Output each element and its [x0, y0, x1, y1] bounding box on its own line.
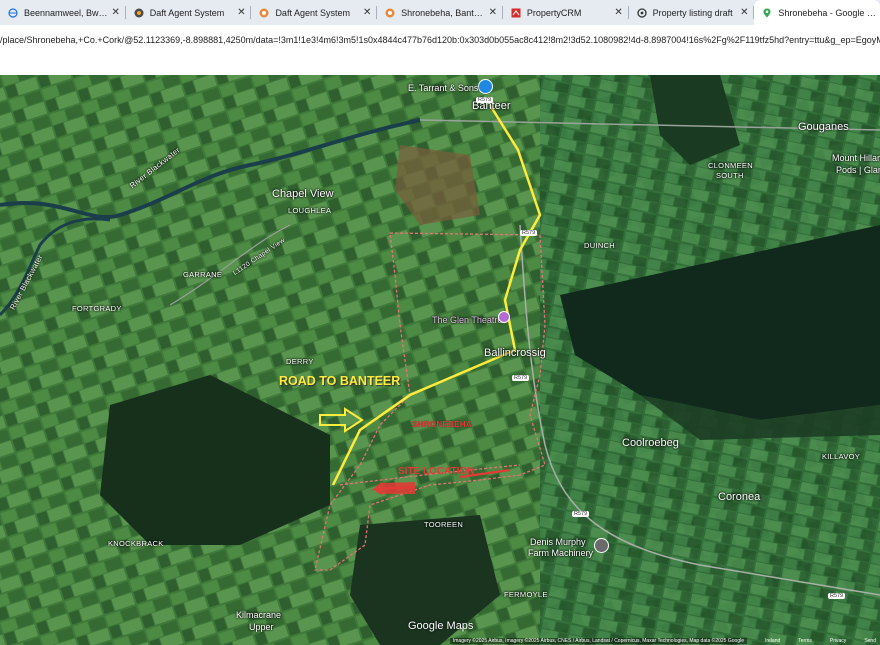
place-label-coronea[interactable]: Coronea [718, 491, 760, 503]
townland-label-garrane: GARRANE [183, 270, 223, 279]
tab-2[interactable]: Daft Agent System ✕ [251, 0, 377, 25]
townland-label-tooreen: TOOREEN [424, 520, 464, 529]
url-text[interactable]: /place/Shronebeha,+Co.+Cork/@52.1123369,… [0, 35, 880, 45]
townland-label-knockbrack: KNOCKBRACK [108, 539, 164, 548]
address-bar[interactable]: /place/Shronebeha,+Co.+Cork/@52.1123369,… [0, 25, 880, 55]
close-icon[interactable]: ✕ [613, 7, 625, 18]
townland-label-fortgrady: FORTGRADY [72, 304, 122, 313]
maps-header-strip [0, 55, 880, 75]
place-label-gouganes[interactable]: Gouganes [798, 121, 849, 133]
tab-title: Daft Agent System [149, 7, 225, 18]
business-pin-icon[interactable] [478, 79, 493, 94]
close-icon[interactable]: ✕ [110, 7, 122, 18]
openai-icon [636, 7, 647, 18]
road-shield-r579: R579 [828, 593, 846, 599]
place-label-tarrant[interactable]: E. Tarrant & Sons [408, 83, 478, 93]
townland-label-clonmeen-2: SOUTH [716, 171, 744, 180]
townland-label-fermoyle: FERMOYLE [504, 590, 548, 599]
google-maps-logo: Google Maps [408, 620, 474, 632]
place-label-mount-hillary-2: Pods | Glam [836, 165, 880, 175]
tab-title: PropertyCRM [526, 7, 582, 18]
place-label-mount-hillary[interactable]: Mount Hillar [832, 153, 880, 163]
tab-1[interactable]: Daft Agent System ✕ [126, 0, 252, 25]
close-icon[interactable]: ✕ [361, 7, 373, 18]
crm-icon [511, 8, 521, 18]
tab-title: Shronebeha, Banteer, Co. [401, 7, 487, 18]
townland-label-duinch: DUINCH [584, 241, 615, 250]
place-label-glen-theatre[interactable]: The Glen Theatre [432, 315, 502, 325]
imagery-attribution: Imagery ©2025 Airbus, Imagery ©2025 Airb… [449, 637, 747, 644]
place-label-kilmacrane[interactable]: Kilmacrane [236, 610, 281, 620]
country-link[interactable]: Ireland [765, 638, 780, 644]
road-shield-r579: R579 [512, 375, 530, 381]
tab-3[interactable]: Shronebeha, Banteer, Co. ✕ [377, 0, 503, 25]
tab-title: Property listing draft [652, 7, 733, 18]
place-label-kilmacrane-2: Upper [249, 622, 274, 632]
road-shield-r579: R579 [520, 230, 538, 236]
townland-label-shronebeha: SHRONEBEHA [412, 420, 472, 429]
maps-pin-icon [762, 8, 772, 18]
close-icon[interactable]: ✕ [487, 7, 499, 18]
daft-icon [259, 8, 269, 18]
send-feedback-link[interactable]: Send [864, 638, 876, 644]
place-label-denis-murphy[interactable]: Denis Murphy [530, 537, 586, 547]
tab-0[interactable]: Beennamweel, Bweeng, Co ✕ [0, 0, 126, 25]
terms-link[interactable]: Terms [798, 638, 812, 644]
tab-4[interactable]: PropertyCRM ✕ [503, 0, 629, 25]
daft-icon [134, 8, 144, 18]
townland-label-killavoy: KILLAVOY [822, 452, 861, 461]
townland-label-loughlea: LOUGHLEA [288, 206, 332, 215]
townland-label-clonmeen: CLONMEEN [708, 161, 753, 170]
townland-label-derry: DERRY [286, 357, 314, 366]
daft-icon [385, 8, 395, 18]
tab-title: Beennamweel, Bweeng, Co [24, 7, 110, 18]
tab-5[interactable]: Property listing draft ✕ [629, 0, 755, 25]
place-label-ballincrossig[interactable]: Ballincrossig [484, 347, 546, 359]
tab-title: Daft Agent System [275, 7, 350, 18]
globe-icon [8, 7, 18, 18]
tab-6[interactable]: Shronebeha - Google Ma [754, 0, 880, 25]
road-shield-r579: R579 [476, 97, 494, 103]
site-location-annotation: SITE LOCATION [398, 466, 475, 477]
place-label-denis-murphy-2: Farm Machinery [528, 548, 594, 558]
tab-title: Shronebeha - Google Ma [778, 7, 877, 18]
business-pin-icon[interactable] [594, 538, 609, 553]
privacy-link[interactable]: Privacy [830, 638, 846, 644]
place-label-chapel-view[interactable]: Chapel View [272, 188, 334, 200]
tab-bar: Beennamweel, Bweeng, Co ✕ Daft Agent Sys… [0, 0, 880, 25]
close-icon[interactable]: ✕ [738, 7, 750, 18]
map-attribution: Imagery ©2025 Airbus, Imagery ©2025 Airb… [0, 636, 880, 645]
close-icon[interactable]: ✕ [235, 7, 247, 18]
road-to-banteer-annotation: ROAD TO BANTEER [279, 374, 401, 388]
place-label-coolroebeg[interactable]: Coolroebeg [622, 437, 679, 449]
satellite-map[interactable]: E. Tarrant & Sons Banteer Gouganes Mount… [0, 75, 880, 645]
road-shield-r579: R579 [572, 511, 590, 517]
theatre-pin-icon[interactable] [498, 311, 510, 323]
